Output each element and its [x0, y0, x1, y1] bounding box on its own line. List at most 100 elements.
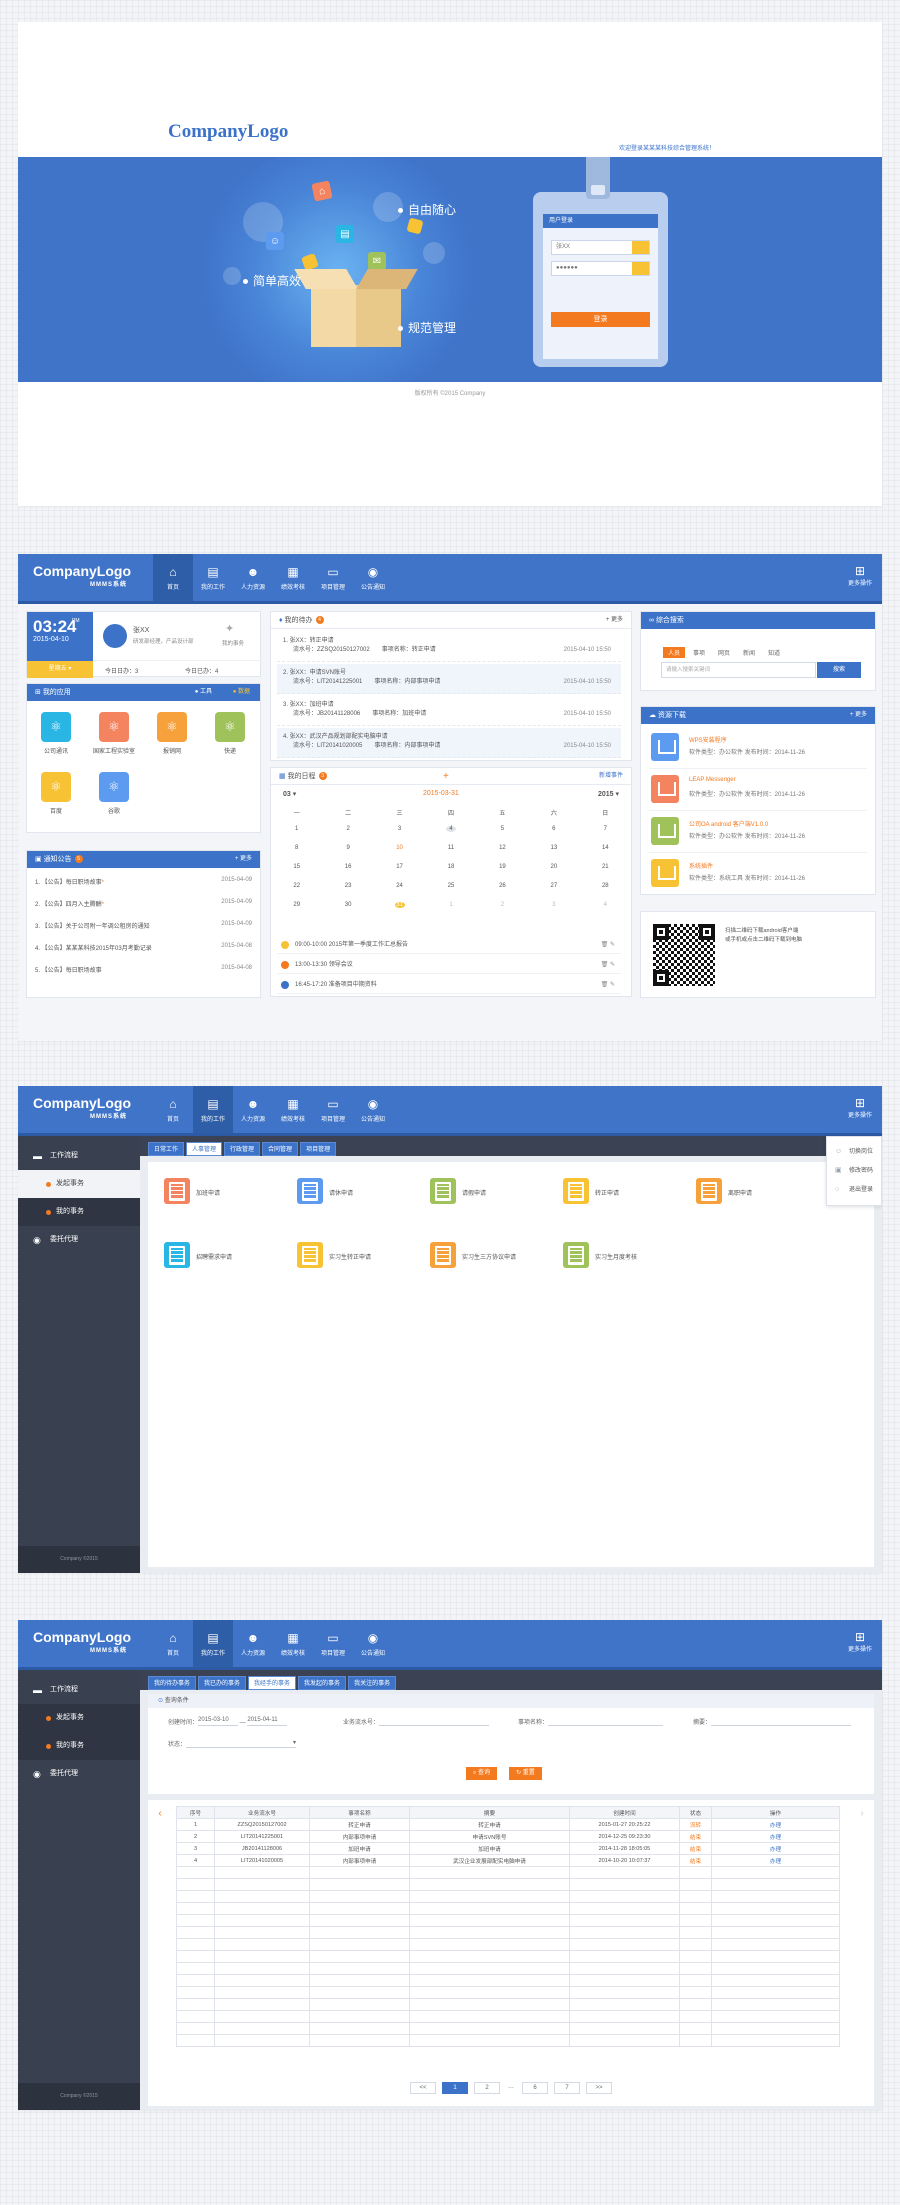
nav-my-work[interactable]: ▤ 我的工作 — [193, 554, 233, 601]
calendar-day[interactable]: 29 — [287, 902, 307, 908]
table-row[interactable]: 2 LIT20141225001 内部事项申请 申请SVN账号 2014-12-25 0… — [176, 1830, 840, 1843]
tab-daily-work[interactable]: 日常工作 — [148, 1142, 185, 1156]
qr-code[interactable] — [653, 924, 715, 986]
calendar-day[interactable]: 2 — [492, 902, 512, 908]
calendar-day[interactable]: 26 — [492, 883, 512, 889]
month-select[interactable]: 03 ▾ — [283, 790, 296, 798]
page-last[interactable]: >> — [586, 2082, 612, 2094]
download-title[interactable]: LEAP Messenger — [689, 777, 736, 783]
prev-arrow-icon[interactable]: ‹ — [154, 1806, 166, 1822]
weekday-selector[interactable]: 星期五 ▾ — [27, 661, 93, 678]
tab-my-todo[interactable]: 我的待办事务 — [148, 1676, 197, 1690]
tab-admin[interactable]: 行政管理 — [224, 1142, 261, 1156]
calendar-day[interactable]: 13 — [544, 845, 564, 851]
more-actions-button[interactable]: ⊞ 更多操作 — [848, 564, 872, 587]
download-item[interactable]: WPS安装程序 软件类型：办公软件 发布时间：2014-11-26 — [649, 727, 867, 769]
my-affairs-link[interactable]: 我的事务 — [222, 639, 244, 647]
calendar-day[interactable]: 5 — [492, 826, 512, 832]
login-button[interactable]: 登录 — [551, 312, 650, 327]
tab-project[interactable]: 项目管理 — [300, 1142, 337, 1156]
sidebar-item-workflow[interactable]: ▬ 工作流程 — [18, 1676, 140, 1704]
nav-my-work[interactable]: ▤ 我的工作 — [193, 1620, 233, 1667]
search-tab[interactable]: 知道 — [763, 647, 785, 658]
form-label[interactable]: 实习生月度考核 — [595, 1252, 637, 1261]
reset-button[interactable]: ↻ 重置 — [509, 1767, 542, 1780]
form-icon[interactable] — [297, 1242, 323, 1268]
calendar-day[interactable]: 22 — [287, 883, 307, 889]
nav-notices[interactable]: ◉ 公告通知 — [353, 554, 393, 601]
menu-logout[interactable]: ○ 退出登录 — [827, 1181, 882, 1199]
calendar-day[interactable]: 24 — [390, 883, 410, 889]
search-tab[interactable]: 新闻 — [738, 647, 760, 658]
nav-projects[interactable]: ▭ 项目管理 — [313, 1620, 353, 1667]
more-actions-button[interactable]: ⊞ 更多操作 — [848, 1630, 872, 1653]
add-event-icon[interactable]: + — [443, 768, 449, 785]
calendar-day[interactable]: 9 — [338, 845, 358, 851]
bulb-icon[interactable]: ✦ — [225, 622, 234, 635]
calendar-day[interactable]: 3 — [544, 902, 564, 908]
column-header[interactable]: 序号 — [176, 1806, 215, 1819]
calendar-day[interactable]: 6 — [544, 826, 564, 832]
download-item[interactable]: 公司OA android 客户端V1.0.0 软件类型：办公软件 发布时间：201… — [649, 811, 867, 853]
form-label[interactable]: 请假申请 — [462, 1188, 486, 1197]
handle-link[interactable]: 办理 — [711, 1830, 840, 1843]
nav-home[interactable]: ⌂ 首页 — [153, 1086, 193, 1133]
menu-switch-post[interactable]: ☺ 切换岗位 — [827, 1143, 882, 1161]
sidebar-item-initiate[interactable]: 发起事务 — [18, 1704, 140, 1732]
calendar-day[interactable]: 18 — [441, 864, 461, 870]
calendar-day[interactable]: 1 — [287, 826, 307, 832]
page-1[interactable]: 1 — [442, 2082, 468, 2094]
column-header[interactable]: 操作 — [711, 1806, 840, 1819]
calendar-day[interactable]: 4 — [446, 826, 456, 832]
search-tab[interactable]: 网页 — [713, 647, 735, 658]
download-title[interactable]: 公司OA android 客户端V1.0.0 — [689, 819, 768, 828]
avatar[interactable] — [103, 624, 127, 648]
name-input[interactable] — [548, 1717, 664, 1726]
schedule-item[interactable]: 09:00-10:00 2015年第一季度工作汇总报告 🗑 ✎ — [277, 936, 621, 954]
next-arrow-icon[interactable]: › — [856, 1806, 868, 1822]
schedule-item[interactable]: 13:00-13:30 领导会议 🗑 ✎ — [277, 956, 621, 974]
page-7[interactable]: 7 — [554, 2082, 580, 2094]
calendar-day[interactable]: 20 — [544, 864, 564, 870]
calendar-day[interactable]: 16 — [338, 864, 358, 870]
date-to-input[interactable]: 2015-04-11 — [247, 1717, 288, 1726]
search-input[interactable]: 请输入搜索关键词 — [661, 662, 816, 678]
nav-projects[interactable]: ▭ 项目管理 — [313, 1086, 353, 1133]
form-icon[interactable] — [297, 1178, 323, 1204]
more-link[interactable]: + 更多 — [850, 707, 867, 724]
nav-performance[interactable]: ▦ 绩效考核 — [273, 1086, 313, 1133]
form-icon[interactable] — [164, 1178, 190, 1204]
column-header[interactable]: 状态 — [679, 1806, 712, 1819]
schedule-item[interactable]: 16:45-17:20 准备项目中期资料 🗑 ✎ — [277, 976, 621, 994]
edit-delete-icons[interactable]: 🗑 ✎ — [601, 956, 615, 974]
calendar-day[interactable]: 7 — [595, 826, 615, 832]
form-label[interactable]: 离职申请 — [728, 1188, 752, 1197]
handle-link[interactable]: 办理 — [711, 1854, 840, 1867]
form-label[interactable]: 实习生转正申请 — [329, 1252, 371, 1261]
form-label[interactable]: 实习生三方协议申请 — [462, 1252, 516, 1261]
form-icon[interactable] — [563, 1242, 589, 1268]
new-event-link[interactable]: 新增事件 — [599, 768, 623, 785]
serial-input[interactable] — [379, 1717, 490, 1726]
todo-item[interactable]: 4. 张XX：武汉产品规划部配实电脑申请 流水号：LIT20141020005 事… — [277, 728, 621, 758]
calendar-day[interactable]: 19 — [492, 864, 512, 870]
atom-icon[interactable]: ⚛ — [99, 772, 129, 802]
sidebar-item-my-affairs[interactable]: 我的事务 — [18, 1198, 140, 1226]
nav-notices[interactable]: ◉ 公告通知 — [353, 1086, 393, 1133]
calendar-day[interactable]: 4 — [595, 902, 615, 908]
form-label[interactable]: 加班申请 — [196, 1188, 220, 1197]
download-title[interactable]: WPS安装程序 — [689, 735, 727, 744]
download-item[interactable]: LEAP Messenger 软件类型：办公软件 发布时间：2014-11-26 — [649, 769, 867, 811]
calendar-day[interactable]: 30 — [338, 902, 358, 908]
search-tab[interactable]: 人员 — [663, 647, 686, 658]
more-link[interactable]: + 更多 — [235, 851, 252, 868]
form-label[interactable]: 招聘需求申请 — [196, 1252, 232, 1261]
atom-icon[interactable]: ⚛ — [41, 772, 71, 802]
nav-home[interactable]: ⌂ 首页 — [153, 554, 193, 601]
menu-change-password[interactable]: ▣ 修改密码 — [827, 1162, 882, 1180]
download-item[interactable]: 系统插件 软件类型：系统工具 发布时间：2014-11-26 — [649, 853, 867, 895]
search-tab[interactable]: 事项 — [688, 647, 710, 658]
atom-icon[interactable]: ⚛ — [41, 712, 71, 742]
more-actions-button[interactable]: ⊞ 更多操作 — [848, 1096, 872, 1119]
nav-performance[interactable]: ▦ 绩效考核 — [273, 1620, 313, 1667]
